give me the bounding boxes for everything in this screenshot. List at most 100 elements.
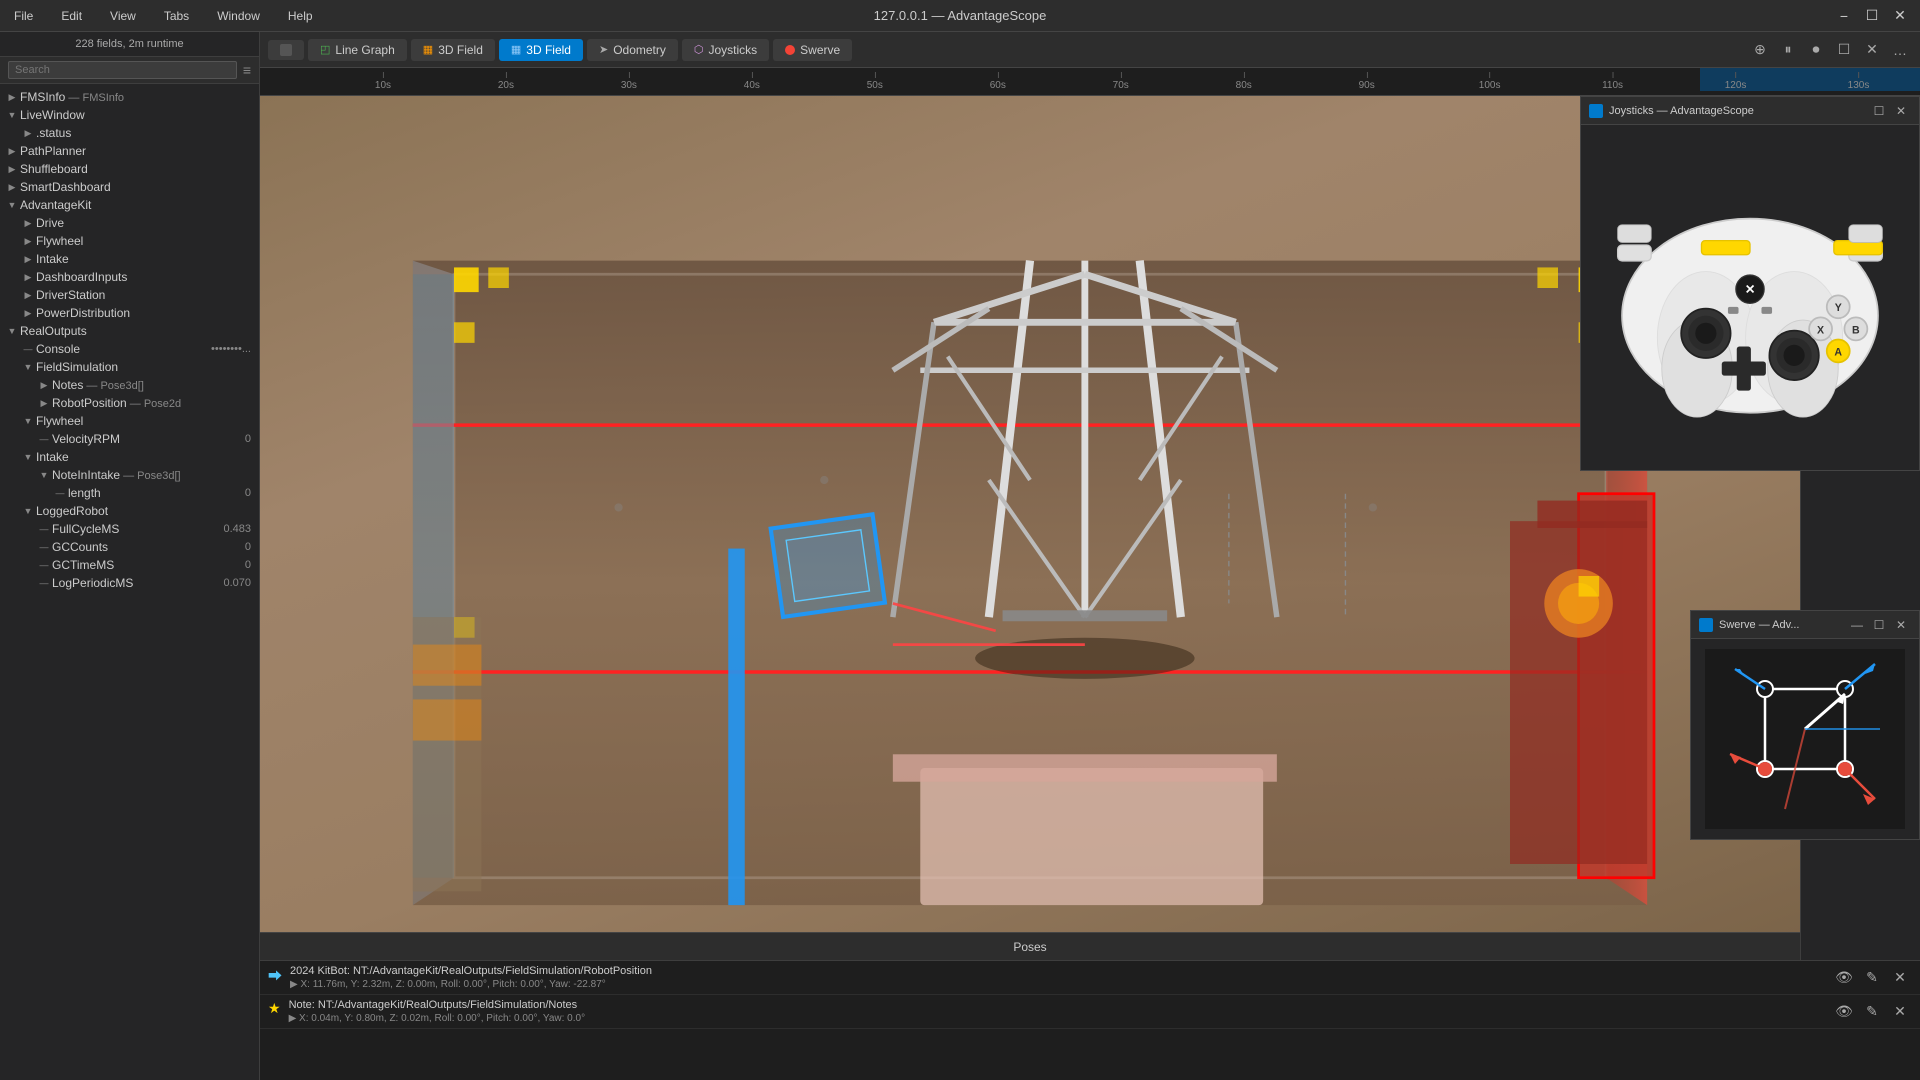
menu-window[interactable]: Window	[211, 7, 266, 25]
timeline-mark-110s: 110s	[1602, 80, 1623, 91]
tab-bar-right: ⊕ ⏸ ⏺ ☐ ✕ …	[1748, 38, 1912, 62]
tree-item-intake[interactable]: ▶Intake	[0, 250, 259, 268]
tab-3dfield2[interactable]: ▦ 3D Field	[499, 39, 583, 61]
tab-unnamed[interactable]	[268, 40, 304, 60]
timeline-mark-90s: 90s	[1359, 80, 1375, 91]
tree-item-flywheel1[interactable]: ▶Flywheel	[0, 232, 259, 250]
swerve-window-controls: — ☐ ✕	[1847, 615, 1911, 635]
pose-note-visibility-btn[interactable]: 👁	[1832, 999, 1856, 1023]
tree-item-noteintake[interactable]: ▼NoteInIntake — Pose3d[]	[0, 466, 259, 484]
tree-item-fullcyclems[interactable]: —FullCycleMS0.483	[0, 520, 259, 538]
tree-item-console[interactable]: —Console••••••••...	[0, 340, 259, 358]
timeline-mark-100s: 100s	[1479, 80, 1501, 91]
main-layout: 228 fields, 2m runtime ≡ ▶FMSInfo — FMSI…	[0, 32, 1920, 1080]
menu-help[interactable]: Help	[282, 7, 319, 25]
field-svg	[260, 96, 1800, 960]
tab-joysticks-label: Joysticks	[708, 43, 757, 57]
svg-text:B: B	[1852, 324, 1860, 336]
tree-item-fieldsim[interactable]: ▼FieldSimulation	[0, 358, 259, 376]
timeline[interactable]: 10s20s30s40s50s60s70s80s90s100s110s120s1…	[260, 68, 1920, 96]
tab-add-button[interactable]: ⊕	[1748, 38, 1772, 62]
field-3d-view[interactable]: Poses	[260, 96, 1800, 960]
settings-button[interactable]: ✕	[1860, 38, 1884, 62]
swerve-svg	[1705, 649, 1905, 829]
close-button[interactable]: ✕	[1888, 4, 1912, 28]
tree-item-notes[interactable]: ▶Notes — Pose3d[]	[0, 376, 259, 394]
svg-text:X: X	[1817, 324, 1824, 336]
tab-unnamed-icon	[280, 44, 292, 56]
tab-odometry[interactable]: ➤ Odometry	[587, 39, 678, 61]
menu-view[interactable]: View	[104, 7, 142, 25]
tab-swerve[interactable]: Swerve	[773, 39, 852, 61]
tree-item-shuffleboard[interactable]: ▶Shuffleboard	[0, 160, 259, 178]
tab-joysticks[interactable]: ⬡ Joysticks	[682, 39, 769, 61]
menu-edit[interactable]: Edit	[55, 7, 88, 25]
timeline-mark-40s: 40s	[744, 80, 760, 91]
pose-note-edit-btn[interactable]: ✎	[1860, 999, 1884, 1023]
tree-item-robotpos[interactable]: ▶RobotPosition — Pose2d	[0, 394, 259, 412]
more-button[interactable]: …	[1888, 38, 1912, 62]
tree-item-gccounts[interactable]: —GCCounts0	[0, 538, 259, 556]
tab-linegraph[interactable]: ◰ Line Graph	[308, 39, 407, 61]
pose-robot-text: 2024 KitBot: NT:/AdvantageKit/RealOutput…	[290, 965, 1824, 990]
tree-item-smartdashboard[interactable]: ▶SmartDashboard	[0, 178, 259, 196]
tree-item-logperiodicms[interactable]: —LogPeriodicMS0.070	[0, 574, 259, 592]
poses-label: Poses	[260, 932, 1800, 960]
timeline-mark-80s: 80s	[1236, 80, 1252, 91]
timeline-mark-130s: 130s	[1848, 80, 1870, 91]
pose-note-sub: ▶ X: 0.04m, Y: 0.80m, Z: 0.02m, Roll: 0.…	[289, 1013, 1824, 1024]
tree-item-advantagekit[interactable]: ▼AdvantageKit	[0, 196, 259, 214]
menu-bar: File Edit View Tabs Window Help	[8, 7, 319, 25]
tree-item-dashboardinputs[interactable]: ▶DashboardInputs	[0, 268, 259, 286]
title-bar: File Edit View Tabs Window Help 127.0.0.…	[0, 0, 1920, 32]
tree-item-intake2[interactable]: ▼Intake	[0, 448, 259, 466]
menu-tabs[interactable]: Tabs	[158, 7, 195, 25]
tree-item-driverstation[interactable]: ▶DriverStation	[0, 286, 259, 304]
svg-text:A: A	[1834, 346, 1842, 358]
record-button[interactable]: ⏺	[1804, 38, 1828, 62]
content-area: ◰ Line Graph ▦ 3D Field ▦ 3D Field ➤ Odo…	[260, 32, 1920, 1080]
tree-item-powerdistribution[interactable]: ▶PowerDistribution	[0, 304, 259, 322]
joystick-content: ✕ A B X Y	[1581, 125, 1919, 470]
joystick-close-btn[interactable]: ✕	[1891, 101, 1911, 121]
pause-button[interactable]: ⏸	[1776, 38, 1800, 62]
pose-nav-icon: ⮕	[268, 966, 282, 986]
sidebar: 228 fields, 2m runtime ≡ ▶FMSInfo — FMSI…	[0, 32, 260, 1080]
tree-item-realoutputs[interactable]: ▼RealOutputs	[0, 322, 259, 340]
tree-item-livewindow[interactable]: ▼LiveWindow	[0, 106, 259, 124]
tab-3dfield1[interactable]: ▦ 3D Field	[411, 39, 495, 61]
pose-robot-edit-btn[interactable]: ✎	[1860, 965, 1884, 989]
tree-item-status[interactable]: ▶.status	[0, 124, 259, 142]
pose-note-delete-btn[interactable]: ✕	[1888, 999, 1912, 1023]
swerve-minimize-btn[interactable]: —	[1847, 615, 1867, 635]
tree-item-drive[interactable]: ▶Drive	[0, 214, 259, 232]
tab-linegraph-icon: ◰	[320, 43, 330, 56]
controller-svg: ✕ A B X Y	[1600, 138, 1900, 458]
menu-file[interactable]: File	[8, 7, 39, 25]
tree-item-length[interactable]: —length0	[0, 484, 259, 502]
tree-item-loggedrobot[interactable]: ▼LoggedRobot	[0, 502, 259, 520]
svg-text:Y: Y	[1835, 302, 1842, 314]
tab-joysticks-icon: ⬡	[694, 43, 704, 56]
swerve-close-btn[interactable]: ✕	[1891, 615, 1911, 635]
pose-robot-visibility-btn[interactable]: 👁	[1832, 965, 1856, 989]
joystick-restore-btn[interactable]: ☐	[1869, 101, 1889, 121]
tree-item-pathplanner[interactable]: ▶PathPlanner	[0, 142, 259, 160]
filter-icon[interactable]: ≡	[243, 62, 251, 78]
tab-odometry-label: Odometry	[613, 43, 666, 57]
tree-item-gctimems[interactable]: —GCTimeMS0	[0, 556, 259, 574]
tree-item-flywheel2[interactable]: ▼Flywheel	[0, 412, 259, 430]
tab-3dfield1-label: 3D Field	[438, 43, 483, 57]
restore-button[interactable]: ☐	[1860, 4, 1884, 28]
swerve-titlebar: Swerve — Adv... — ☐ ✕	[1691, 611, 1919, 639]
tree-item-fms[interactable]: ▶FMSInfo — FMSInfo	[0, 88, 259, 106]
pose-note-title: Note: NT:/AdvantageKit/RealOutputs/Field…	[289, 999, 1824, 1011]
swerve-restore-btn[interactable]: ☐	[1869, 615, 1889, 635]
screenshot-button[interactable]: ☐	[1832, 38, 1856, 62]
minimize-button[interactable]: −	[1832, 4, 1856, 28]
tree-item-velocityrpm[interactable]: —VelocityRPM0	[0, 430, 259, 448]
pose-note-controls: 👁 ✎ ✕	[1832, 999, 1912, 1023]
search-input[interactable]	[8, 61, 237, 79]
tab-3dfield2-icon: ▦	[511, 43, 521, 56]
pose-robot-delete-btn[interactable]: ✕	[1888, 965, 1912, 989]
